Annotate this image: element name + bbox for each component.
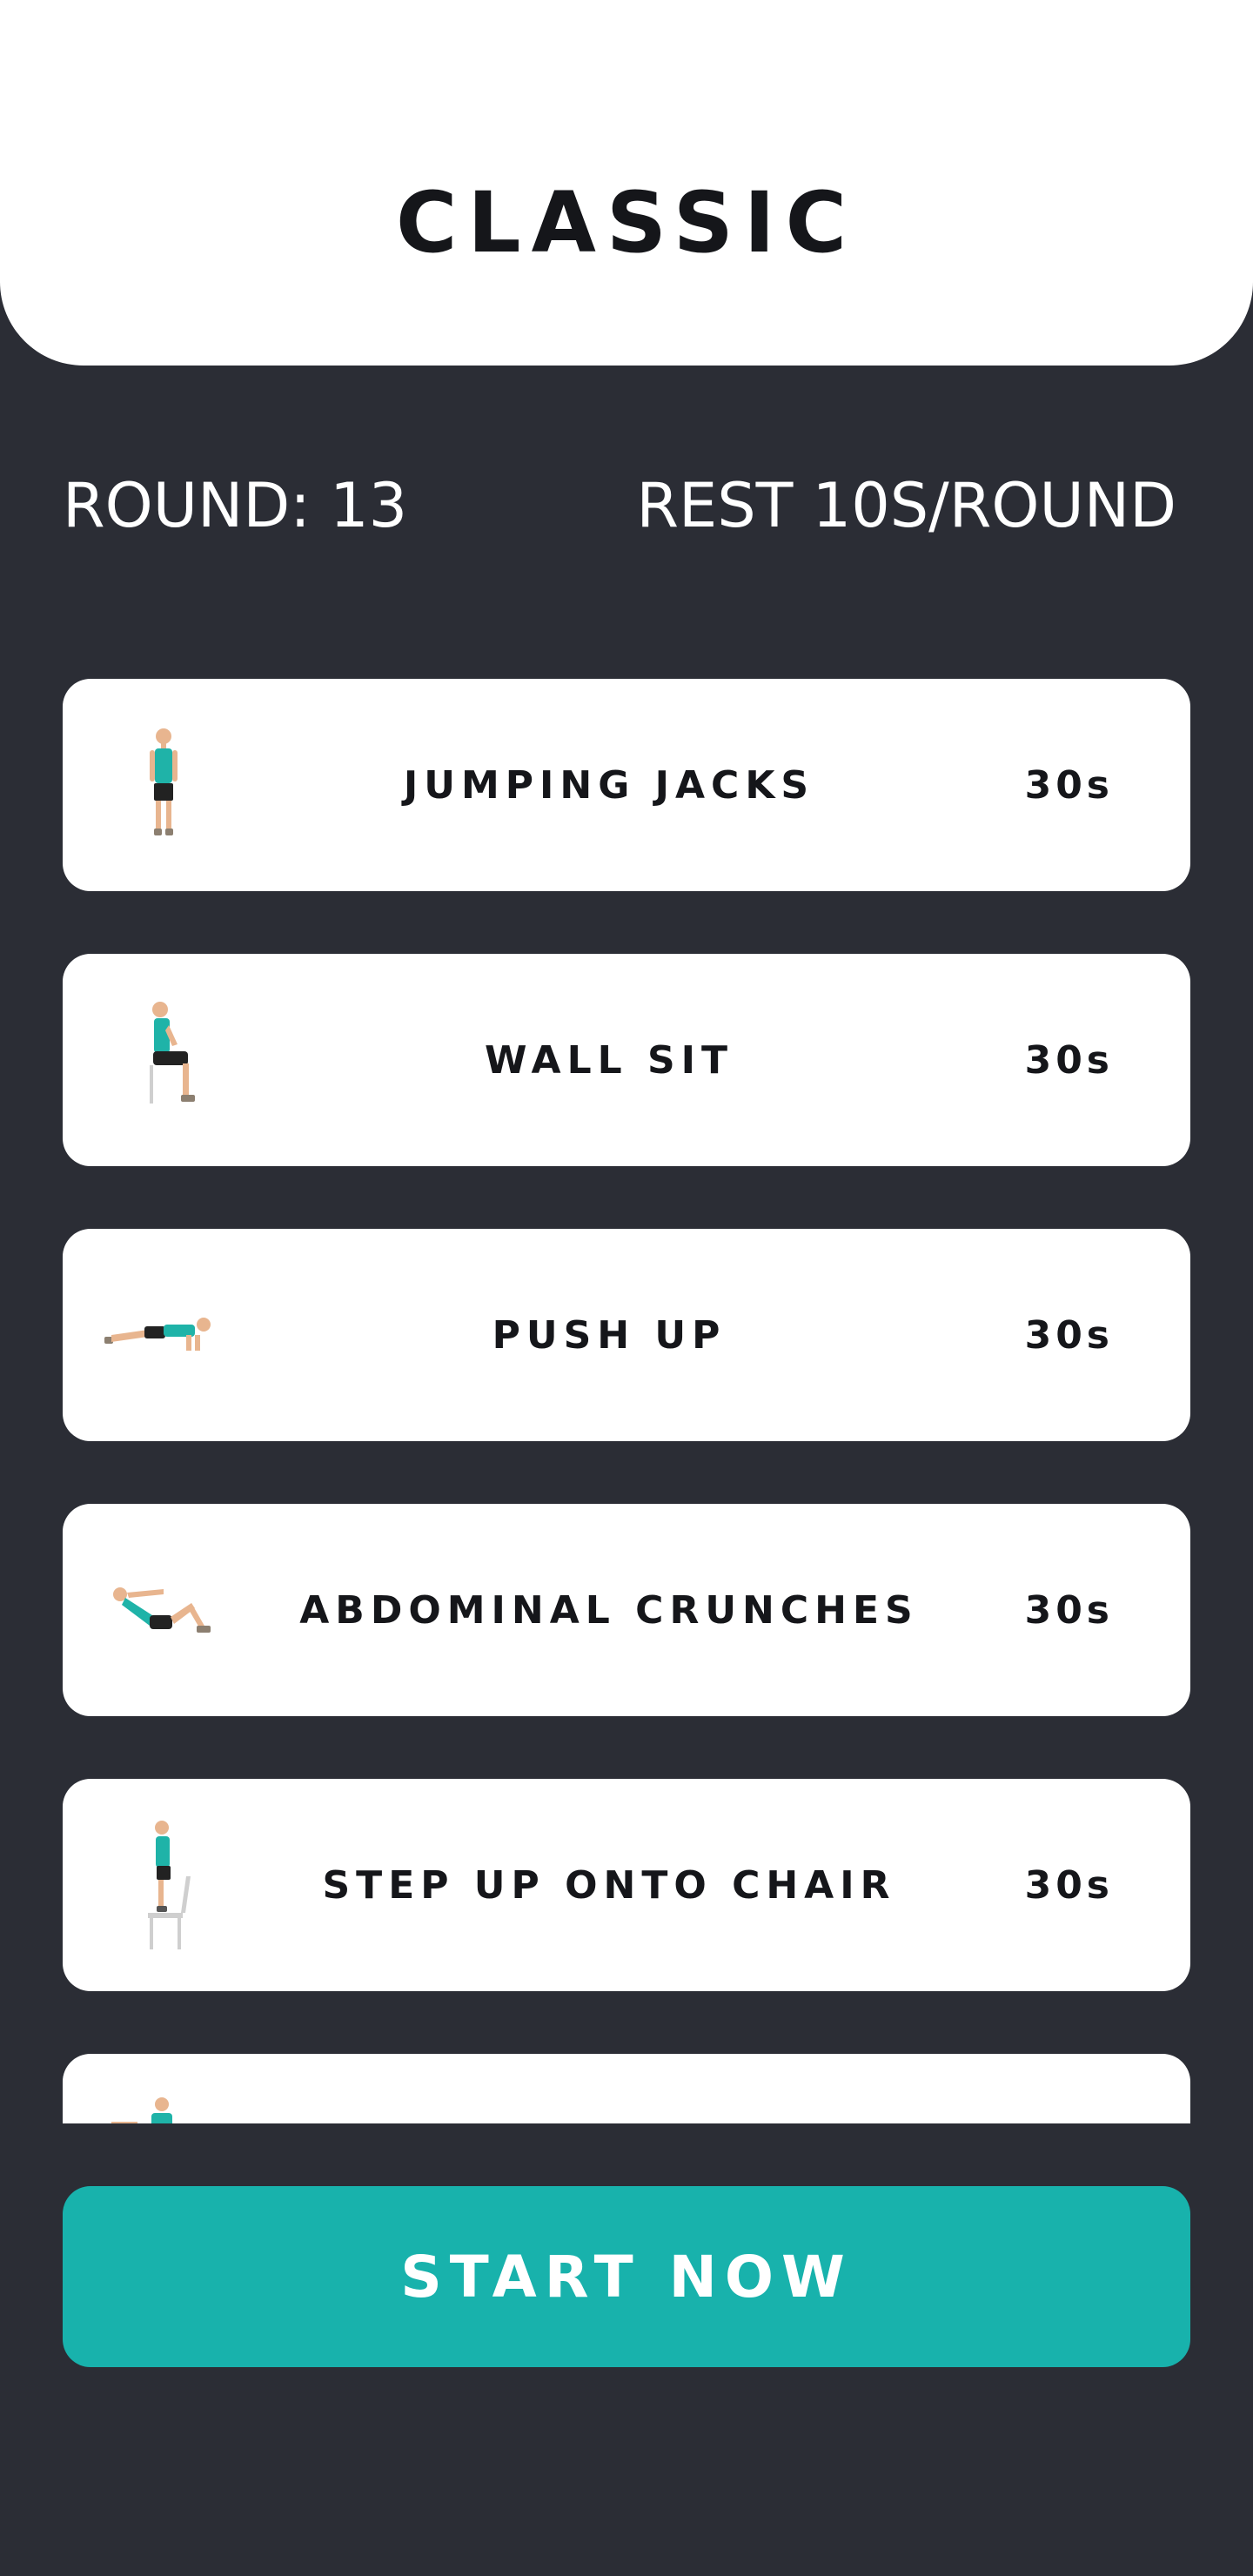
exercise-duration: 30s (1024, 762, 1114, 808)
exercise-card-partial[interactable] (63, 2054, 1190, 2123)
exercise-card-jumping-jacks[interactable]: JUMPING JACKS 30s (63, 679, 1190, 891)
exercise-name: STEP UP ONTO CHAIR (322, 1862, 896, 1908)
exercise-duration: 30s (1024, 1862, 1114, 1908)
push-up-figure-icon (104, 1318, 211, 1351)
exercise-duration: 30s (1024, 1312, 1114, 1358)
next-exercise-figure-icon (111, 2097, 172, 2123)
exercise-list[interactable]: JUMPING JACKS 30s WALL SIT 30s PUSH UP 3… (63, 679, 1190, 2123)
start-now-button[interactable]: START NOW (63, 2186, 1190, 2367)
exercise-name: PUSH UP (492, 1312, 727, 1358)
exercise-duration: 30s (1024, 1587, 1114, 1633)
abdominal-crunch-figure-icon (113, 1587, 211, 1633)
round-count-label: ROUND: 13 (63, 470, 408, 541)
exercise-name (254, 2054, 964, 2123)
exercise-card-wall-sit[interactable]: WALL SIT 30s (63, 954, 1190, 1166)
rest-label: REST 10S/ROUND (636, 470, 1176, 541)
header-panel: CLASSIC (0, 0, 1253, 366)
exercise-name: JUMPING JACKS (403, 762, 815, 808)
step-up-chair-figure-icon (148, 1821, 191, 1949)
exercise-name: ABDOMINAL CRUNCHES (299, 1587, 919, 1633)
exercise-card-step-up-onto-chair[interactable]: STEP UP ONTO CHAIR 30s (63, 1779, 1190, 1991)
exercise-card-push-up[interactable]: PUSH UP 30s (63, 1229, 1190, 1441)
page-title: CLASSIC (395, 174, 858, 272)
exercise-duration: 30s (1024, 1037, 1114, 1083)
jumping-jacks-figure-icon (150, 728, 178, 835)
workout-info-row: ROUND: 13 REST 10S/ROUND (63, 466, 1176, 545)
exercise-name: WALL SIT (484, 1037, 734, 1083)
wall-sit-figure-icon (150, 1002, 195, 1104)
exercise-card-abdominal-crunches[interactable]: ABDOMINAL CRUNCHES 30s (63, 1504, 1190, 1716)
